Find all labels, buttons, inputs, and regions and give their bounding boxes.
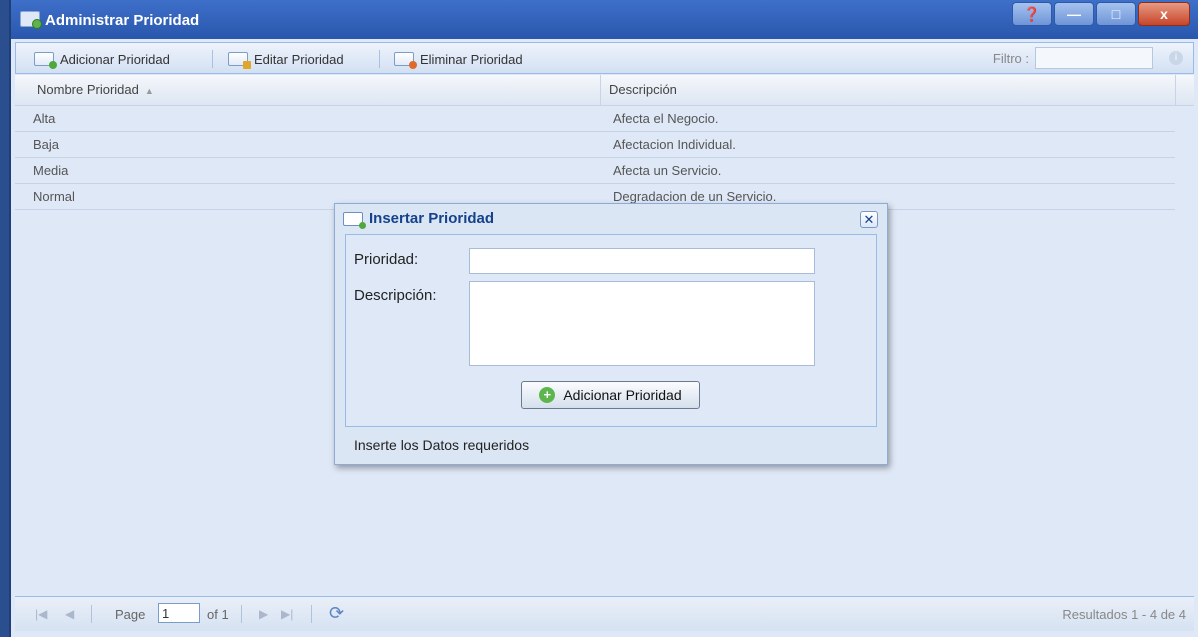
- description-label: Descripción:: [354, 287, 437, 304]
- table-row[interactable]: Baja Afectacion Individual.: [15, 132, 1175, 158]
- edit-priority-label: Editar Prioridad: [254, 51, 344, 67]
- submit-priority-button[interactable]: + Adicionar Prioridad: [521, 381, 700, 409]
- dialog-status: Inserte los Datos requeridos: [354, 437, 530, 453]
- column-divider[interactable]: [1175, 75, 1176, 105]
- title-bar: Administrar Prioridad ❓ — □ x: [11, 0, 1198, 39]
- filter-input[interactable]: [1035, 47, 1153, 69]
- page-count: of 1: [207, 607, 229, 622]
- paging-separator: [311, 605, 312, 623]
- description-field[interactable]: [469, 281, 815, 366]
- cell-description: Afecta un Servicio.: [613, 163, 722, 178]
- window-icon: [20, 11, 42, 29]
- info-icon: i: [1169, 51, 1183, 65]
- edit-icon: [228, 52, 251, 69]
- dialog-title: Insertar Prioridad: [369, 210, 495, 227]
- paging-toolbar: |◀ ◀ Page 1 of 1 ▶ ▶| ⟳ Resultados 1 - 4…: [15, 596, 1194, 631]
- paging-separator: [91, 605, 92, 623]
- delete-priority-button[interactable]: Eliminar Prioridad: [394, 48, 523, 70]
- priority-label: Prioridad:: [354, 251, 419, 268]
- cell-description: Afectacion Individual.: [613, 137, 736, 152]
- column-header-description[interactable]: Descripción: [601, 75, 1175, 105]
- grid-header: Nombre Prioridad ▲ Descripción: [15, 75, 1194, 106]
- window-controls: ❓ — □ x: [1012, 2, 1190, 26]
- refresh-icon[interactable]: ⟳: [329, 603, 344, 624]
- cell-name: Baja: [33, 137, 60, 152]
- dialog-form: Prioridad: Descripción: + Adicionar Prio…: [345, 234, 877, 427]
- add-priority-label: Adicionar Prioridad: [60, 51, 170, 67]
- dialog-icon: [343, 211, 366, 229]
- window-title: Administrar Prioridad: [45, 12, 200, 29]
- page-input[interactable]: 1: [158, 603, 200, 623]
- filter-label: Filtro :: [992, 51, 1029, 66]
- column-header-name[interactable]: Nombre Prioridad ▲: [29, 75, 609, 105]
- plus-icon: +: [539, 387, 556, 403]
- dialog-title-bar[interactable]: Insertar Prioridad: [343, 210, 495, 229]
- delete-icon: [394, 52, 417, 69]
- toolbar: Adicionar Prioridad Editar Prioridad Eli…: [15, 42, 1194, 74]
- first-page-icon[interactable]: |◀: [35, 607, 47, 621]
- page-label: Page: [115, 607, 146, 622]
- paging-separator: [241, 605, 242, 623]
- table-row[interactable]: Media Afecta un Servicio.: [15, 158, 1175, 184]
- table-row[interactable]: Alta Afecta el Negocio.: [15, 106, 1175, 132]
- toolbar-separator: [379, 50, 380, 68]
- cell-description: Afecta el Negocio.: [613, 111, 719, 126]
- minimize-button[interactable]: —: [1054, 2, 1094, 26]
- cell-name: Media: [33, 163, 69, 178]
- cell-name: Alta: [33, 111, 56, 126]
- toolbar-separator: [212, 50, 213, 68]
- close-button[interactable]: x: [1138, 2, 1190, 26]
- edit-priority-button[interactable]: Editar Prioridad: [228, 48, 344, 70]
- add-icon: [34, 52, 57, 69]
- prev-page-icon[interactable]: ◀: [65, 607, 74, 621]
- help-button[interactable]: ❓: [1012, 2, 1052, 26]
- sort-asc-icon: ▲: [144, 86, 154, 96]
- last-page-icon[interactable]: ▶|: [281, 607, 293, 621]
- next-page-icon[interactable]: ▶: [259, 607, 268, 621]
- close-icon[interactable]: ✕: [860, 211, 878, 228]
- submit-priority-label: Adicionar Prioridad: [563, 387, 682, 403]
- column-header-name-label: Nombre Prioridad: [37, 82, 139, 97]
- maximize-button[interactable]: □: [1096, 2, 1136, 26]
- priority-field[interactable]: [469, 248, 815, 274]
- insert-priority-dialog: Insertar Prioridad ✕ Prioridad: Descripc…: [334, 203, 888, 465]
- results-count: Resultados 1 - 4 de 4: [1062, 607, 1186, 622]
- delete-priority-label: Eliminar Prioridad: [420, 51, 523, 67]
- add-priority-button[interactable]: Adicionar Prioridad: [34, 48, 170, 70]
